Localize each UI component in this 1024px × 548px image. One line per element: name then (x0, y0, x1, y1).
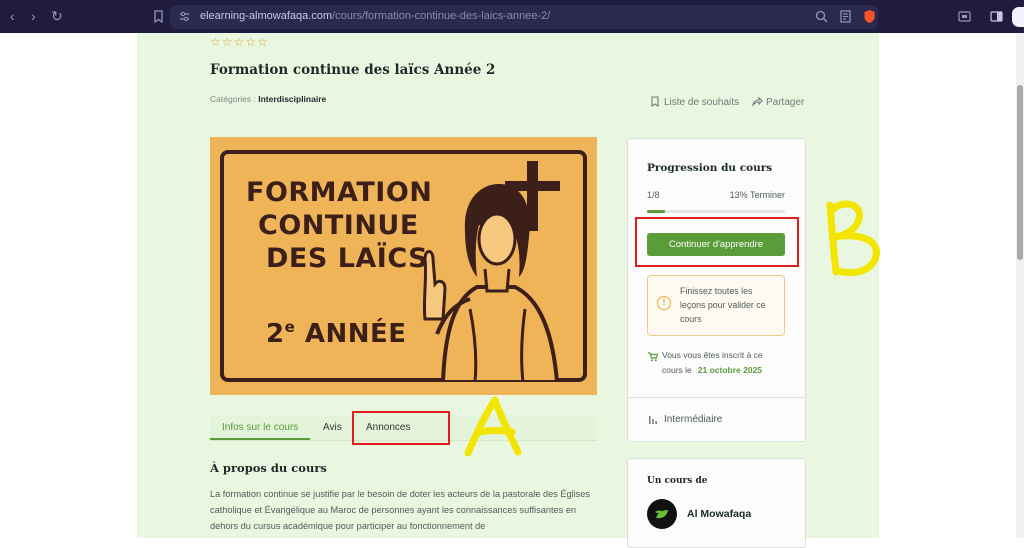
cart-icon (648, 352, 658, 362)
thumbnail-year: 2e ANNÉE (266, 318, 407, 349)
enrolled-text: Vous vous êtes inscrit à ce (662, 350, 763, 360)
highlight-box-a (352, 411, 450, 445)
thumbnail-title-line1: FORMATION (246, 177, 433, 208)
scrollbar-thumb[interactable] (1017, 85, 1023, 260)
progress-bar-fill (647, 210, 665, 213)
tab-course-info[interactable]: Infos sur le cours (222, 422, 298, 433)
active-tab-indicator (210, 438, 310, 440)
course-level: Intermédiaire (664, 414, 723, 425)
progress-bar (647, 210, 785, 213)
enrolled-date: 21 octobre 2025 (697, 365, 763, 375)
cast-icon[interactable] (958, 10, 971, 23)
url-text: elearning-almowafaqa.com/cours/formation… (200, 10, 551, 22)
leaf-logo-icon (655, 510, 668, 519)
tab-reviews[interactable]: Avis (323, 422, 342, 433)
rating-stars[interactable]: ☆☆☆☆☆ (210, 35, 269, 49)
bookmark-icon (651, 96, 659, 107)
share-icon (752, 96, 763, 107)
warning-icon: ! (657, 296, 671, 310)
card-divider (628, 397, 805, 398)
avatar[interactable] (647, 499, 677, 529)
thumbnail-title-line2: CONTINUE (258, 210, 419, 241)
progress-count: 1/8 (647, 190, 660, 200)
zoom-icon[interactable] (815, 10, 828, 23)
forward-icon[interactable]: › (31, 9, 36, 23)
profile-button[interactable] (1012, 7, 1024, 27)
enrolled-date-line: cours le 21 octobre 2025 (662, 365, 763, 375)
saint-illustration-icon (422, 161, 560, 382)
highlight-box-b (635, 217, 799, 267)
level-bars-icon (649, 416, 657, 424)
wishlist-link[interactable]: Liste de souhaits (650, 96, 739, 108)
bookmark-icon[interactable] (152, 10, 165, 23)
reload-icon[interactable]: ↻ (51, 9, 63, 23)
thumbnail-title-line3: DES LAÏCS (266, 243, 429, 274)
brave-shield-icon[interactable] (862, 9, 877, 24)
category-line: Catégories : Interdisciplinaire (210, 94, 327, 104)
category-link[interactable]: Interdisciplinaire (258, 94, 326, 104)
warning-text: Finissez toutes les leçons pour valider … (680, 286, 766, 324)
sidebar-toggle-icon[interactable] (990, 10, 1003, 23)
progress-percent: 13% Terminer (729, 190, 785, 200)
about-heading: À propos du cours (210, 461, 327, 475)
site-settings-icon[interactable] (178, 10, 191, 23)
author-heading: Un cours de (647, 476, 708, 486)
about-text: La formation continue se justifie par le… (210, 489, 590, 531)
author-name[interactable]: Al Mowafaqa (687, 508, 751, 520)
course-thumbnail: FORMATION CONTINUE DES LAÏCS 2e ANNÉE (210, 137, 597, 395)
progress-heading: Progression du cours (647, 162, 773, 174)
course-title: Formation continue des laïcs Année 2 (210, 62, 496, 78)
browser-toolbar: ‹ › ↻ elearning-almowafaqa.com/cours/for… (0, 0, 1024, 33)
reader-mode-icon[interactable] (839, 10, 852, 23)
back-icon[interactable]: ‹ (10, 9, 15, 23)
share-link[interactable]: Partager (752, 96, 804, 108)
